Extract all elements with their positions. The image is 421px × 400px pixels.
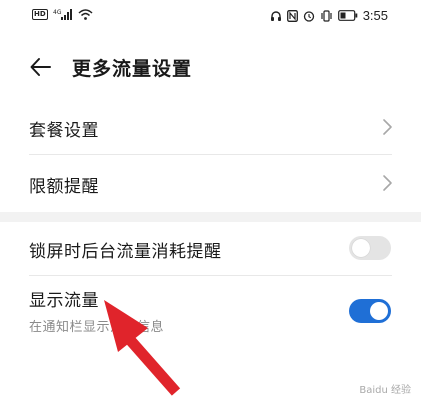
row-limit-reminder[interactable]: 限额提醒 — [0, 155, 421, 211]
watermark: Baidu 经验 — [359, 385, 411, 396]
row-label-show-data-usage: 显示流量 — [29, 291, 99, 311]
row-lockscreen-background-data-reminder: 锁屏时后台流量消耗提醒 — [0, 222, 421, 274]
alarm-icon — [303, 10, 315, 22]
toggle-knob — [370, 302, 388, 320]
nfc-icon — [286, 9, 298, 22]
toggle-knob — [352, 239, 370, 257]
battery-icon — [337, 10, 358, 21]
back-arrow-icon[interactable] — [28, 54, 54, 80]
row-label-package-settings: 套餐设置 — [29, 121, 99, 141]
status-bar: HD 4G 3:55 — [0, 0, 421, 34]
status-time: 3:55 — [362, 8, 388, 23]
lockscreen-reminder-toggle[interactable] — [349, 236, 391, 260]
status-bar-left: HD 4G — [32, 9, 93, 20]
status-bar-right: 3:55 — [270, 8, 388, 23]
row-label-limit-reminder: 限额提醒 — [29, 177, 99, 197]
row-show-data-usage: 显示流量 在通知栏显示流量信息 — [0, 276, 421, 346]
row-label-lockscreen-reminder: 锁屏时后台流量消耗提醒 — [29, 242, 222, 262]
chevron-right-icon — [381, 174, 393, 192]
section-separator — [0, 212, 421, 222]
chevron-right-icon — [381, 118, 393, 136]
vibrate-icon — [320, 9, 333, 22]
hd-badge: HD — [32, 9, 48, 20]
signal-icon: 4G — [53, 9, 73, 20]
row-package-settings[interactable]: 套餐设置 — [0, 100, 421, 154]
headset-icon — [270, 10, 282, 22]
svg-text:4G: 4G — [53, 9, 62, 16]
page-title: 更多流量设置 — [72, 58, 193, 80]
row-sublabel-show-data-usage: 在通知栏显示流量信息 — [29, 320, 165, 335]
wifi-icon — [78, 9, 93, 20]
show-data-usage-toggle[interactable] — [349, 299, 391, 323]
page-header: 更多流量设置 — [0, 50, 421, 84]
